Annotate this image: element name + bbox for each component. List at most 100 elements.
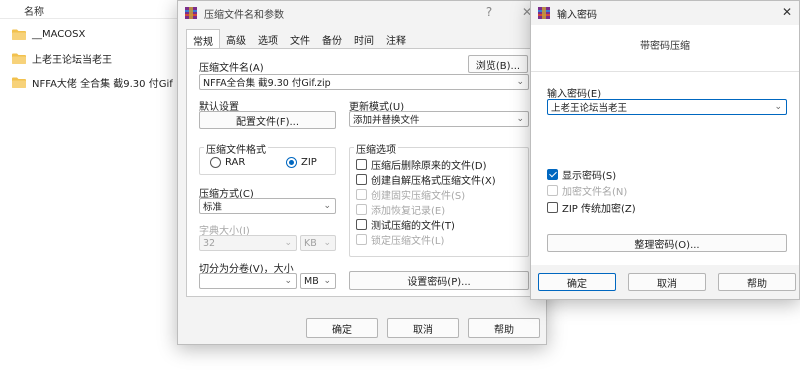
- cancel-button[interactable]: 取消: [628, 273, 706, 291]
- help-button[interactable]: 帮助: [718, 273, 796, 291]
- header-divider: [0, 18, 180, 19]
- chevron-down-icon[interactable]: ⌄: [516, 114, 524, 124]
- password-panel: 带密码压缩 输入密码(E) 上老王论坛当老王 ⌄ 显示密码(S) 加密文件名(N…: [531, 25, 799, 265]
- folder-icon: [12, 29, 26, 40]
- file-item-label: __MACOSX: [32, 28, 86, 40]
- option-label: 锁定压缩文件(L): [371, 236, 445, 247]
- winrar-icon: [184, 6, 198, 20]
- password-input[interactable]: 上老王论坛当老王 ⌄: [547, 99, 787, 115]
- dialog-title: 压缩文件名和参数: [204, 9, 284, 21]
- archive-format-title: 压缩文件格式: [204, 141, 268, 156]
- option-test-files[interactable]: 测试压缩的文件(T): [356, 217, 455, 232]
- file-item[interactable]: __MACOSX: [12, 24, 85, 44]
- format-zip-label: ZIP: [301, 157, 317, 168]
- tab-general[interactable]: 常规: [186, 29, 220, 49]
- option-delete-after[interactable]: 压缩后删除原来的文件(D): [356, 157, 487, 172]
- file-item-label: NFFA大佬 全合集 截9.30 付Gif: [32, 78, 173, 90]
- split-unit-value: MB: [304, 275, 319, 287]
- folder-icon: [12, 77, 26, 88]
- help-icon[interactable]: ?: [481, 5, 497, 19]
- chevron-down-icon[interactable]: ⌄: [516, 77, 524, 87]
- tab-comment[interactable]: 注释: [380, 29, 412, 49]
- archive-name-combobox[interactable]: NFFA全合集 截9.30 付Gif.zip ⌄: [199, 74, 529, 90]
- close-icon[interactable]: ✕: [779, 5, 795, 19]
- format-rar-option[interactable]: RAR: [210, 157, 245, 168]
- format-rar-label: RAR: [225, 157, 246, 168]
- archive-settings-dialog: 压缩文件名和参数 ? ✕ 常规 高级 选项 文件 备份 时间 注释 压缩文件名(…: [177, 0, 547, 345]
- password-value: 上老王论坛当老王: [551, 103, 628, 114]
- option-label: 显示密码(S): [562, 171, 617, 182]
- dictionary-unit-select: KB ⌄: [300, 235, 336, 251]
- checkbox-icon[interactable]: [356, 159, 367, 170]
- ok-button[interactable]: 确定: [538, 273, 616, 291]
- tab-options[interactable]: 选项: [252, 29, 284, 49]
- option-label: ZIP 传统加密(Z): [562, 204, 636, 215]
- option-label: 创建固实压缩文件(S): [371, 191, 466, 202]
- organize-passwords-button[interactable]: 整理密码(O)...: [547, 234, 787, 252]
- chevron-down-icon: ⌄: [323, 238, 331, 248]
- folder-icon: [12, 53, 26, 64]
- checkbox-icon: [356, 204, 367, 215]
- option-zip-legacy-encryption[interactable]: ZIP 传统加密(Z): [547, 200, 636, 215]
- tab-backup[interactable]: 备份: [316, 29, 348, 49]
- file-item[interactable]: 上老王论坛当老王: [12, 48, 112, 68]
- profiles-button[interactable]: 配置文件(F)...: [199, 111, 336, 129]
- radio-checked-icon[interactable]: [286, 157, 297, 168]
- cancel-button[interactable]: 取消: [387, 318, 459, 338]
- title-bar[interactable]: 输入密码: [531, 1, 799, 25]
- chevron-down-icon[interactable]: ⌄: [323, 201, 331, 211]
- checkbox-icon[interactable]: [356, 219, 367, 230]
- ok-button[interactable]: 确定: [306, 318, 378, 338]
- checkbox-checked-icon[interactable]: [547, 169, 558, 180]
- help-button[interactable]: 帮助: [468, 318, 540, 338]
- tab-advanced[interactable]: 高级: [220, 29, 252, 49]
- chevron-down-icon[interactable]: ⌄: [284, 276, 292, 286]
- option-encrypt-filenames: 加密文件名(N): [547, 183, 627, 198]
- checkbox-icon[interactable]: [356, 174, 367, 185]
- checkbox-icon[interactable]: [547, 202, 558, 213]
- dialog-title: 输入密码: [557, 9, 597, 21]
- option-label: 加密文件名(N): [562, 187, 628, 198]
- update-mode-value: 添加并替换文件: [353, 115, 420, 126]
- archive-name-value: NFFA全合集 截9.30 付Gif.zip: [203, 78, 331, 89]
- set-password-button[interactable]: 设置密码(P)...: [349, 271, 529, 290]
- chevron-down-icon[interactable]: ⌄: [323, 276, 331, 286]
- format-zip-option[interactable]: ZIP: [286, 157, 317, 168]
- radio-icon[interactable]: [210, 157, 221, 168]
- browse-button[interactable]: 浏览(B)...: [468, 55, 528, 73]
- archive-name-label: 压缩文件名(A): [199, 63, 264, 74]
- split-unit-select[interactable]: MB ⌄: [300, 273, 336, 289]
- file-item-label: 上老王论坛当老王: [32, 54, 112, 66]
- compression-method-select[interactable]: 标准 ⌄: [199, 198, 336, 214]
- column-header-name[interactable]: 名称: [24, 3, 44, 18]
- password-dialog: 输入密码 ✕ 带密码压缩 输入密码(E) 上老王论坛当老王 ⌄ 显示密码(S) …: [530, 0, 800, 300]
- archive-format-group: 压缩文件格式 RAR ZIP: [199, 141, 336, 175]
- tab-bar: 常规 高级 选项 文件 备份 时间 注释: [186, 29, 412, 49]
- option-create-sfx[interactable]: 创建自解压格式压缩文件(X): [356, 172, 496, 187]
- chevron-down-icon[interactable]: ⌄: [774, 102, 782, 112]
- tab-files[interactable]: 文件: [284, 29, 316, 49]
- file-item[interactable]: NFFA大佬 全合集 截9.30 付Gif: [12, 72, 173, 92]
- dictionary-unit-value: KB: [304, 237, 317, 249]
- chevron-down-icon: ⌄: [284, 238, 292, 248]
- winrar-icon: [537, 6, 551, 20]
- dictionary-size-value: 32: [203, 237, 216, 249]
- option-label: 压缩后删除原来的文件(D): [371, 161, 487, 172]
- tab-time[interactable]: 时间: [348, 29, 380, 49]
- option-show-password[interactable]: 显示密码(S): [547, 167, 616, 182]
- option-label: 添加恢复记录(E): [371, 206, 446, 217]
- archive-options-group: 压缩选项 压缩后删除原来的文件(D) 创建自解压格式压缩文件(X) 创建固实压缩…: [349, 141, 529, 257]
- tab-panel-general: 压缩文件名(A) 浏览(B)... NFFA全合集 截9.30 付Gif.zip…: [186, 48, 538, 297]
- split-size-combobox[interactable]: ⌄: [199, 273, 297, 289]
- checkbox-icon: [356, 234, 367, 245]
- password-label: 输入密码(E): [547, 89, 602, 100]
- dictionary-size-select: 32 ⌄: [199, 235, 297, 251]
- update-mode-select[interactable]: 添加并替换文件 ⌄: [349, 111, 529, 127]
- option-recovery-record: 添加恢复记录(E): [356, 202, 445, 217]
- option-label: 创建自解压格式压缩文件(X): [371, 176, 496, 187]
- archive-options-title: 压缩选项: [354, 141, 398, 156]
- divider: [531, 71, 799, 72]
- option-label: 测试压缩的文件(T): [371, 221, 455, 232]
- compression-method-value: 标准: [203, 202, 223, 213]
- option-solid: 创建固实压缩文件(S): [356, 187, 465, 202]
